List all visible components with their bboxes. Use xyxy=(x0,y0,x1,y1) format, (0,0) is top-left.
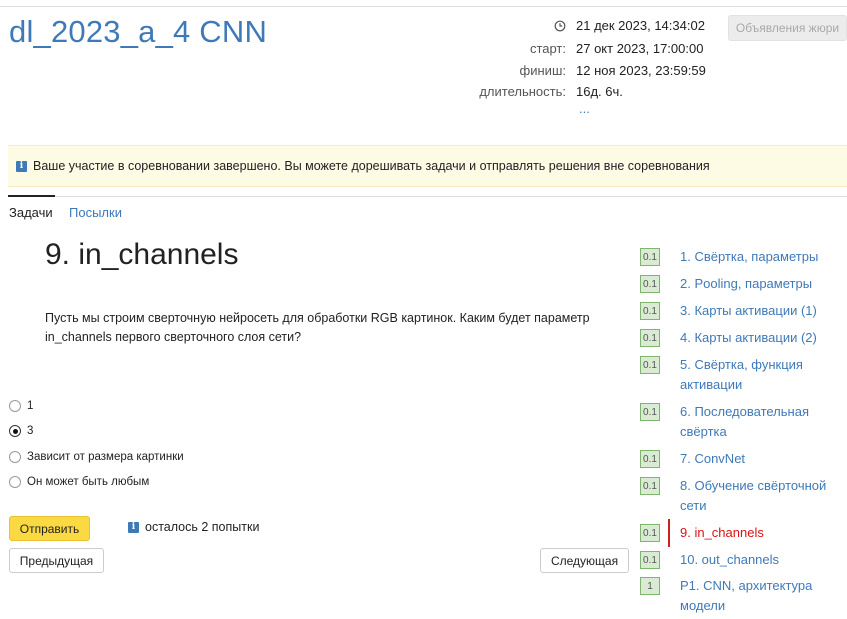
task-score-badge: 0.1 xyxy=(640,450,660,468)
answer-option-label: 3 xyxy=(27,425,34,437)
tab-tasks[interactable]: Задачи xyxy=(9,205,53,220)
task-score-badge: 0.1 xyxy=(640,477,660,495)
duration-value: 16д. 6ч. xyxy=(576,84,623,99)
start-label: старт: xyxy=(529,41,566,56)
task-link[interactable]: 7. ConvNet xyxy=(680,449,840,469)
top-divider xyxy=(0,6,847,7)
task-link[interactable]: 1. Свёртка, параметры xyxy=(680,247,840,267)
task-link[interactable]: 6. Последовательная свёртка xyxy=(680,402,840,442)
tabs-divider xyxy=(8,196,847,197)
task-link-active[interactable]: 9. in_channels xyxy=(680,523,840,543)
info-icon: i xyxy=(128,521,139,533)
task-link[interactable]: 3. Карты активации (1) xyxy=(680,301,840,321)
next-button[interactable]: Следующая xyxy=(540,548,629,573)
answer-option-label: 1 xyxy=(27,400,34,412)
attempts-remaining: i осталось 2 попытки xyxy=(128,520,259,534)
task-score-badge: 0.1 xyxy=(640,403,660,421)
task-score-badge: 0.1 xyxy=(640,248,660,266)
info-icon: i xyxy=(16,160,27,172)
answer-option[interactable]: Он может быть любым xyxy=(9,476,149,488)
task-link[interactable]: 10. out_channels xyxy=(680,550,840,570)
radio-button-selected[interactable] xyxy=(9,425,21,437)
participation-notice: i Ваше участие в соревновании завершено.… xyxy=(8,145,847,187)
answer-option-label: Зависит от размера картинки xyxy=(27,451,184,463)
answer-option[interactable]: 1 xyxy=(9,400,33,412)
active-tab-underline xyxy=(8,195,55,197)
task-score-badge: 0.1 xyxy=(640,275,660,293)
task-link[interactable]: 8. Обучение свёрточной сети xyxy=(680,476,840,516)
answer-option[interactable]: 3 xyxy=(9,425,33,437)
tab-submissions[interactable]: Посылки xyxy=(69,205,122,220)
problem-title: 9. in_channels xyxy=(45,238,239,271)
radio-button[interactable] xyxy=(9,476,21,488)
attempts-text: осталось 2 попытки xyxy=(145,520,260,534)
start-value: 27 окт 2023, 17:00:00 xyxy=(576,41,704,56)
radio-button[interactable] xyxy=(9,451,21,463)
answer-option-label: Он может быть любым xyxy=(27,476,150,488)
duration-label: длительность: xyxy=(479,84,566,99)
more-link[interactable]: ... xyxy=(579,101,590,116)
task-score-badge: 0.1 xyxy=(640,551,660,569)
task-link[interactable]: 4. Карты активации (2) xyxy=(680,328,840,348)
finish-value: 12 ноя 2023, 23:59:59 xyxy=(576,63,706,78)
active-task-marker xyxy=(668,519,670,547)
radio-button[interactable] xyxy=(9,400,21,412)
task-score-badge: 1 xyxy=(640,577,660,595)
task-score-badge: 0.1 xyxy=(640,524,660,542)
previous-button[interactable]: Предыдущая xyxy=(9,548,104,573)
task-link[interactable]: P1. CNN, архитектура модели xyxy=(680,576,840,616)
task-score-badge: 0.1 xyxy=(640,356,660,374)
submit-button[interactable]: Отправить xyxy=(9,516,90,541)
problem-statement: Пусть мы строим сверточную нейросеть для… xyxy=(45,311,590,344)
contest-title: dl_2023_a_4 CNN xyxy=(9,14,268,49)
task-link[interactable]: 2. Pooling, параметры xyxy=(680,274,840,294)
current-time: 21 дек 2023, 14:34:02 xyxy=(576,18,705,33)
clock-icon xyxy=(554,20,566,32)
notice-text: Ваше участие в соревновании завершено. В… xyxy=(33,159,710,173)
jury-announcements-button[interactable]: Объявления жюри xyxy=(728,15,847,41)
task-score-badge: 0.1 xyxy=(640,329,660,347)
task-score-badge: 0.1 xyxy=(640,302,660,320)
task-link[interactable]: 5. Свёртка, функция активации xyxy=(680,355,840,395)
finish-label: финиш: xyxy=(519,63,566,78)
answer-option[interactable]: Зависит от размера картинки xyxy=(9,451,184,463)
